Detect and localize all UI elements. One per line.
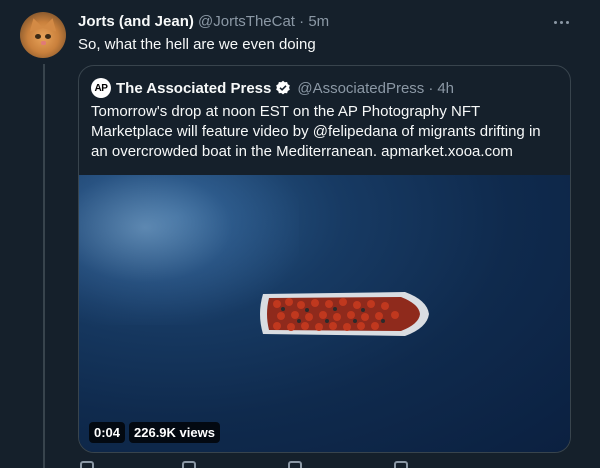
separator-dot: · (299, 13, 305, 30)
verified-badge-icon (276, 80, 291, 95)
quoted-tweet-header: AP The Associated Press @AssociatedPress… (91, 78, 454, 98)
tweet-text: So, what the hell are we even doing (78, 36, 316, 53)
avatar-ear-left (26, 16, 44, 32)
quoted-tweet-card[interactable]: AP The Associated Press @AssociatedPress… (78, 65, 571, 453)
tweet-header: Jorts (and Jean) @JortsTheCat · 5m (78, 13, 329, 30)
quoted-tweet-text: Tomorrow's drop at noon EST on the AP Ph… (91, 103, 541, 160)
migrant-boat-image (260, 292, 429, 336)
tweet-actions-bar (78, 461, 578, 468)
quoted-separator-dot: · (428, 79, 434, 97)
quoted-author-name[interactable]: The Associated Press (116, 80, 271, 97)
like-icon[interactable] (288, 461, 302, 468)
share-icon[interactable] (394, 461, 408, 468)
cat-avatar[interactable] (20, 12, 66, 58)
quoted-tweet-time[interactable]: 4h (437, 80, 454, 97)
author-name[interactable]: Jorts (and Jean) (78, 13, 194, 30)
reply-icon[interactable] (80, 461, 94, 468)
retweet-icon[interactable] (182, 461, 196, 468)
video-media[interactable]: 0:04 226.9K views (79, 175, 570, 452)
video-duration-badge: 0:04 (89, 422, 126, 443)
ap-logo-avatar[interactable]: AP (91, 78, 111, 98)
author-handle[interactable]: @JortsTheCat (198, 13, 295, 30)
more-options-icon[interactable] (552, 13, 570, 31)
avatar-eye-right (45, 34, 51, 39)
avatar-eye-left (35, 34, 41, 39)
thread-line (43, 64, 45, 468)
tweet-time[interactable]: 5m (308, 13, 329, 30)
quoted-author-handle[interactable]: @AssociatedPress (297, 80, 424, 97)
video-views-badge: 226.9K views (129, 422, 220, 443)
avatar-nose (41, 41, 46, 45)
avatar-ear-right (42, 16, 60, 32)
